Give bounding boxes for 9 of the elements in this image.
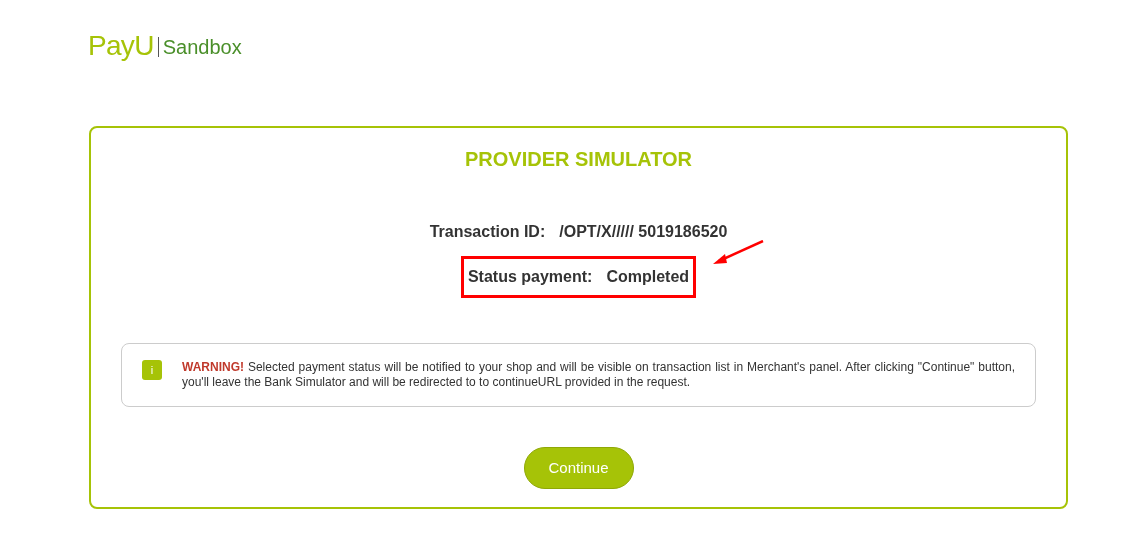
field-value: Completed bbox=[606, 268, 690, 285]
info-icon: i bbox=[142, 360, 162, 380]
warning-text: WARNING! Selected payment status will be notified to your shop and will be visible on transaction list in Merchant's panel. After clicking "Continue" button, you'll leave the Bank Simulator and will be redirected to to continueURL provided in the request. bbox=[182, 360, 1015, 390]
continue-button[interactable]: Continue bbox=[523, 447, 634, 489]
field-value: /OPT/X///// 5019186520 bbox=[559, 223, 728, 240]
logo: PayU Sandbox bbox=[88, 32, 242, 60]
field-label: Status payment: bbox=[467, 268, 593, 285]
card-title: PROVIDER SIMULATOR bbox=[464, 147, 693, 172]
field-label: Transaction ID: bbox=[429, 223, 546, 240]
